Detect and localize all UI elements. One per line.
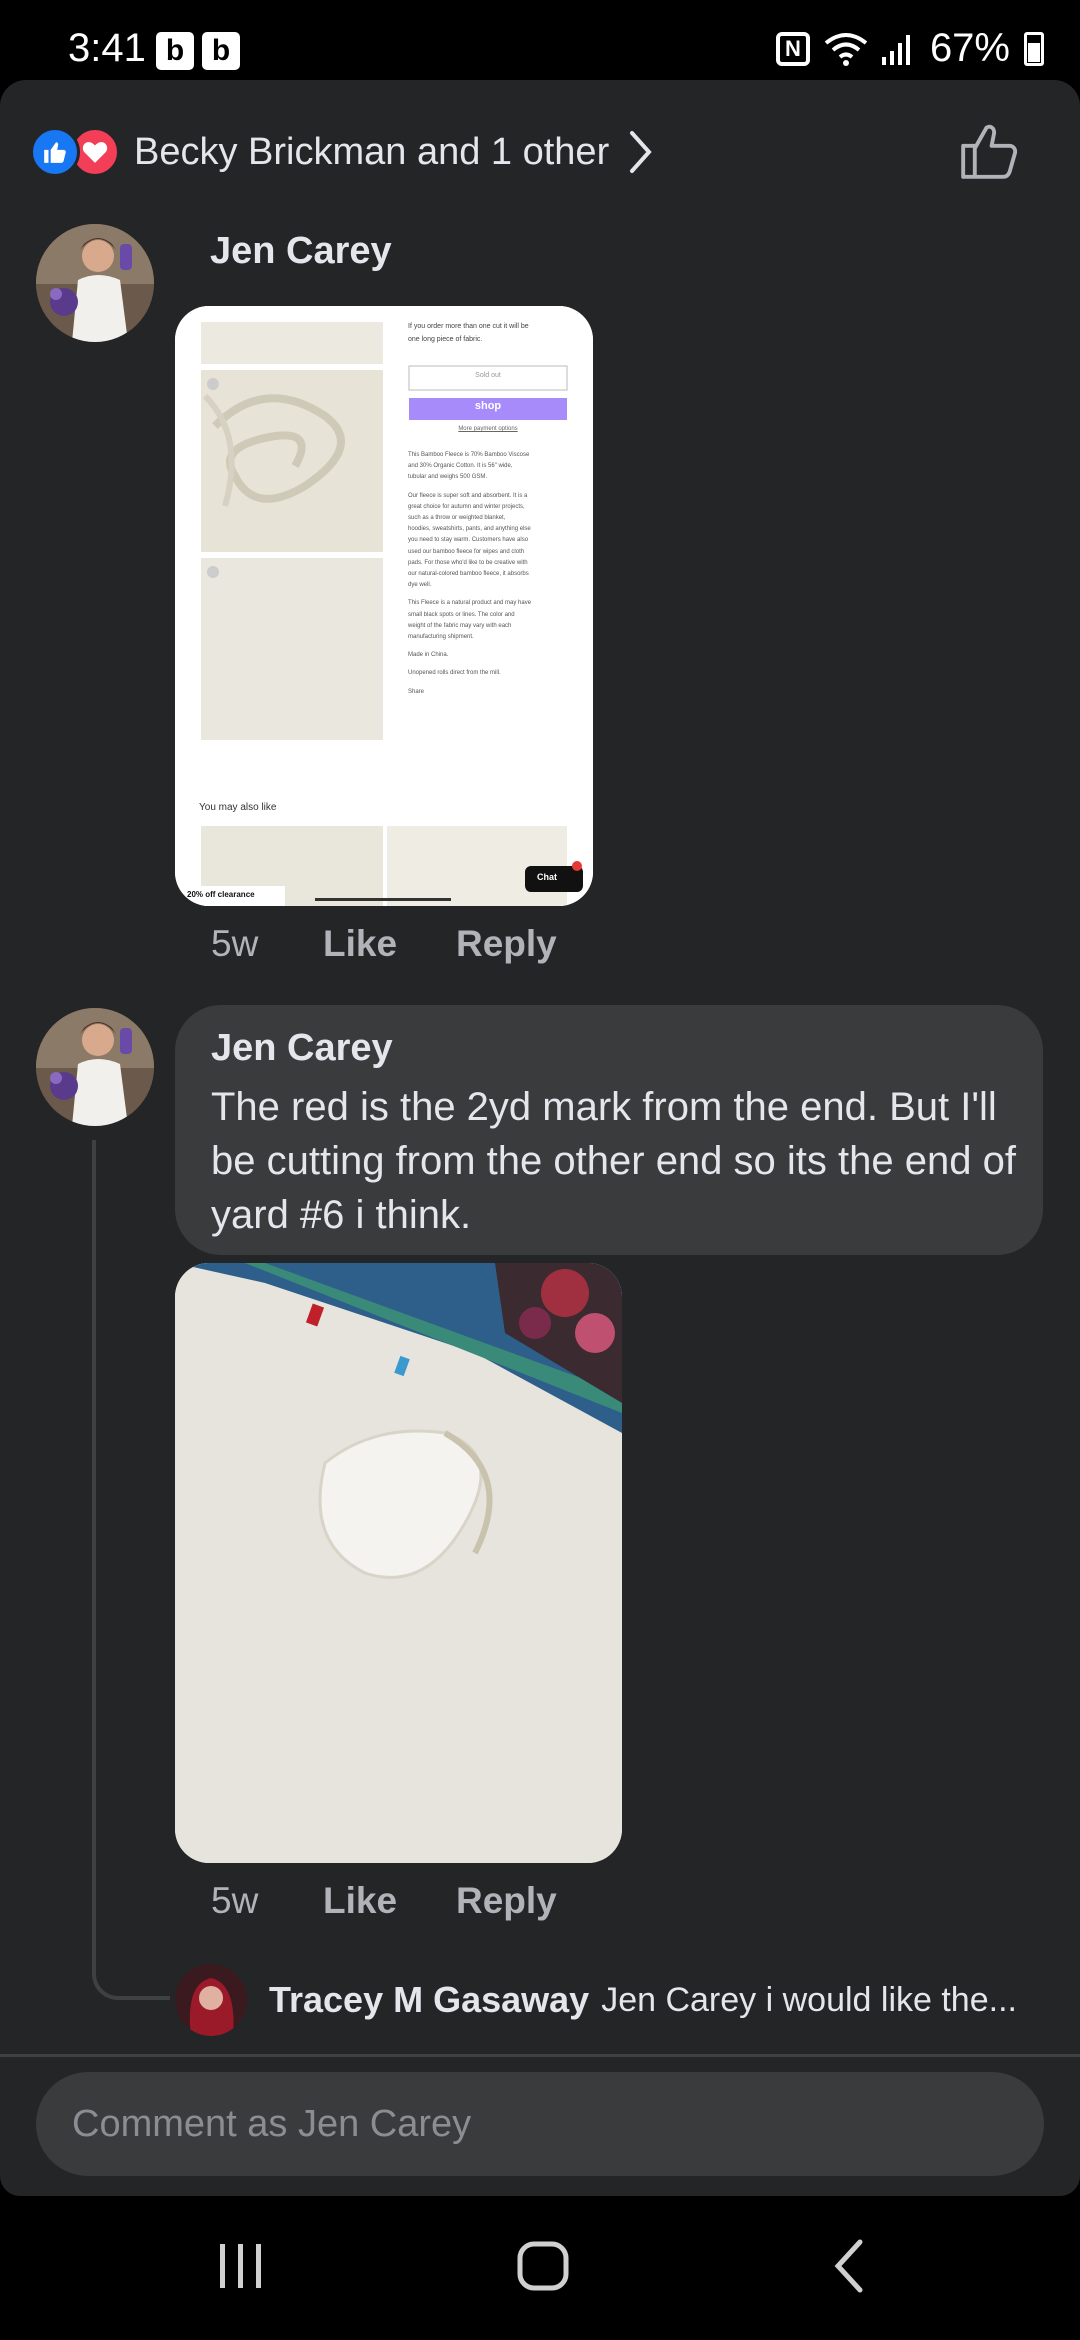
reactions-text: Becky Brickman and 1 other [134,130,610,173]
comment-time: 5w [211,1880,259,1921]
comment-time: 5w [211,923,259,964]
avatar[interactable] [36,1008,154,1126]
comment-author[interactable]: Jen Carey [210,230,392,273]
photo-attachment[interactable] [175,1263,622,1863]
chat-button: Chat [537,872,557,882]
reply-button[interactable]: Reply [456,923,557,965]
battery-icon [1024,31,1044,66]
home-icon[interactable] [516,2236,572,2296]
comment-text: The red is the 2yd mark from the end. Bu… [211,1085,1016,1237]
signal-icon [881,34,910,65]
more-payment-link: More payment options [458,426,518,432]
reply-preview[interactable]: Tracey M Gasaway Jen Carey i would like … [175,1960,1017,2040]
also-like-heading: You may also like [199,802,277,813]
screenshot-attachment[interactable]: If you order more than one cut it will b… [175,306,593,906]
screenshot-text-top: If you order more than one cut it will b… [408,323,529,343]
like-button[interactable]: Like [323,923,456,965]
avatar[interactable] [175,1964,247,2036]
reply-button[interactable]: Reply [456,1880,557,1922]
status-bar: 3:41 b b N 67% [0,0,1080,80]
wifi-icon [824,32,868,66]
divider [0,2054,1080,2057]
sold-out-label: Sold out [475,372,501,379]
recents-icon[interactable] [216,2236,266,2296]
comment-actions: 5w Like Reply [211,1880,557,1922]
status-indicators: N 67% [775,26,1044,71]
comment-bubble[interactable]: Jen Carey The red is the 2yd mark from t… [175,1005,1043,1255]
notification-badge: b [202,32,240,70]
notification-badge: b [156,32,194,70]
comment-author[interactable]: Jen Carey [211,1027,393,1070]
nfc-icon: N [775,31,810,66]
like-button[interactable]: Like [323,1880,456,1922]
like-reaction-icon [30,127,80,177]
reply-author[interactable]: Tracey M Gasaway [269,1979,589,2021]
thread-line [92,1140,170,2000]
clearance-badge: 20% off clearance [187,890,255,899]
chevron-right-icon [630,131,652,173]
like-outline-icon[interactable] [958,120,1020,182]
comment-input[interactable]: Comment as Jen Carey [36,2072,1044,2176]
navigation-bar [0,2196,1080,2340]
status-time: 3:41 [68,26,146,70]
reply-text: Jen Carey i would like the... [601,1980,1017,2019]
back-icon[interactable] [830,2236,870,2296]
shop-pay-button: shop [474,400,502,412]
product-description: This Bamboo Fleece is 70% Bamboo Viscose… [408,452,532,695]
battery-percent: 67% [929,26,1010,70]
avatar[interactable] [36,224,154,342]
comments-sheet: Becky Brickman and 1 other Jen Carey If … [0,80,1080,2196]
reactions-summary[interactable]: Becky Brickman and 1 other [30,120,653,184]
comment-actions: 5w Like Reply [211,923,557,965]
